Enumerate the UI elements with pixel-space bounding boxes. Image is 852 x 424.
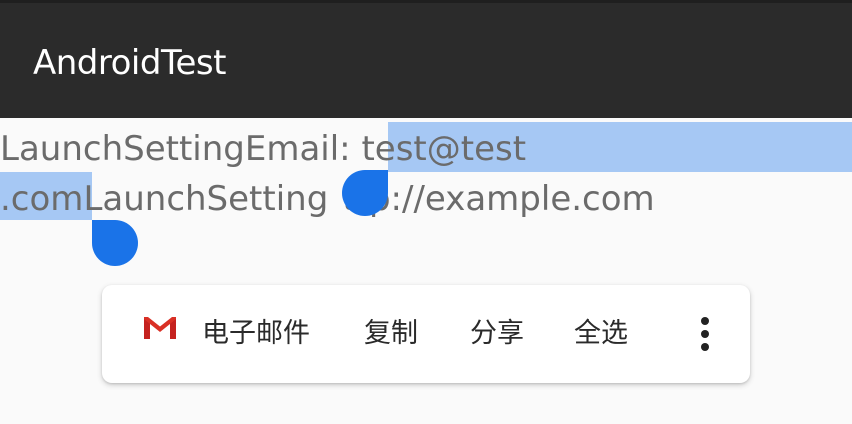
screen: AndroidTest LaunchSettingEmail: test@tes… <box>0 0 852 424</box>
content-area: LaunchSettingEmail: test@test .comLaunch… <box>0 118 852 424</box>
more-options-button[interactable] <box>690 317 720 351</box>
select-all-button[interactable]: 全选 <box>574 285 628 383</box>
selection-end-handle[interactable] <box>92 220 138 266</box>
text-line-2[interactable]: .comLaunchSetting ttp://example.com <box>0 172 655 226</box>
gmail-icon <box>142 284 178 382</box>
text-selection-toolbar: 电子邮件 复制 分享 全选 <box>102 285 750 383</box>
link-url-text[interactable]: ttp://example.com <box>342 179 654 219</box>
copy-button[interactable]: 复制 <box>364 285 418 383</box>
email-button-label: 电子邮件 <box>202 318 310 349</box>
email-button[interactable]: 电子邮件 <box>142 285 310 383</box>
app-bar: AndroidTest <box>0 0 852 118</box>
selection-start-handle[interactable] <box>342 170 388 216</box>
text-line-1[interactable]: LaunchSettingEmail: test@test <box>0 122 526 176</box>
share-button[interactable]: 分享 <box>470 285 524 383</box>
selected-text-part1[interactable]: test@test <box>361 129 526 169</box>
email-label-text[interactable]: LaunchSettingEmail: <box>0 129 361 169</box>
more-vert-icon <box>701 317 709 351</box>
app-title: AndroidTest <box>33 43 226 83</box>
selected-text-part2[interactable]: .com <box>0 179 83 219</box>
link-label-text[interactable]: LaunchSetting <box>83 179 328 219</box>
